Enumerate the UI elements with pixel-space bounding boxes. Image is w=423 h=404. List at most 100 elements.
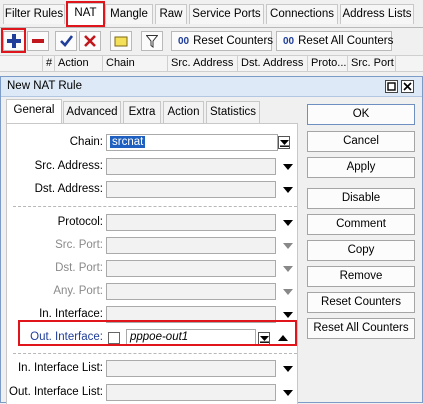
in-interface-list-input[interactable] xyxy=(106,360,276,377)
divider xyxy=(13,353,297,354)
dst-address-row: Dst. Address: xyxy=(7,181,299,199)
out-interface-list-expand-icon[interactable] xyxy=(283,390,293,396)
in-interface-list-row: In. Interface List: xyxy=(7,360,299,378)
x-icon xyxy=(84,35,96,47)
protocol-expand-icon[interactable] xyxy=(283,220,293,226)
column-src-address[interactable]: Src. Address xyxy=(167,56,237,72)
column-number[interactable]: # xyxy=(42,56,54,72)
comment-button[interactable]: Comment xyxy=(307,214,415,235)
chain-dropdown-button[interactable] xyxy=(278,136,290,149)
reset-all-counters-button[interactable]: Reset All Counters xyxy=(307,318,415,339)
column-dst-address[interactable]: Dst. Address xyxy=(237,56,307,72)
column-src-port[interactable]: Src. Port xyxy=(347,56,395,72)
close-button[interactable] xyxy=(401,80,414,93)
in-interface-list-label: In. Interface List: xyxy=(17,362,103,374)
dst-port-input[interactable] xyxy=(106,260,276,277)
filter-button[interactable] xyxy=(141,31,163,51)
disable-button[interactable] xyxy=(79,31,101,51)
in-interface-row: In. Interface: xyxy=(7,306,299,324)
add-button[interactable] xyxy=(3,31,25,51)
remove-button[interactable] xyxy=(27,31,49,51)
general-panel: Chain: srcnat Src. Address: Dst. Address… xyxy=(6,123,298,404)
reset-all-counters-button[interactable]: 00 Reset All Counters xyxy=(276,31,394,51)
dialog-tab-advanced[interactable]: Advanced xyxy=(63,101,121,123)
reset-all-counters-label: Reset All Counters xyxy=(298,35,394,47)
src-address-input[interactable] xyxy=(106,158,276,175)
apply-button[interactable]: Apply xyxy=(307,157,415,178)
in-interface-input[interactable] xyxy=(106,306,276,323)
column-action[interactable]: Action xyxy=(54,56,102,72)
dst-port-expand-icon[interactable] xyxy=(283,266,293,272)
funnel-icon xyxy=(146,34,158,48)
toolbar: 00 Reset Counters 00 Reset All Counters xyxy=(0,28,423,54)
new-nat-rule-dialog: New NAT Rule General Advanced Extra Acti… xyxy=(0,76,423,404)
tab-nat[interactable]: NAT xyxy=(67,3,104,25)
src-port-row: Src. Port: xyxy=(7,237,299,255)
remove-button[interactable]: Remove xyxy=(307,266,415,287)
dialog-tab-extra[interactable]: Extra xyxy=(123,101,161,123)
out-interface-select[interactable]: pppoe-out1 xyxy=(126,329,256,346)
check-icon xyxy=(59,35,73,47)
src-port-input[interactable] xyxy=(106,237,276,254)
tab-address-lists[interactable]: Address Lists xyxy=(340,4,414,24)
out-interface-dropdown-button[interactable] xyxy=(258,332,270,345)
dialog-tab-action[interactable]: Action xyxy=(163,101,204,123)
chain-label: Chain: xyxy=(69,136,103,148)
out-interface-negate-checkbox[interactable] xyxy=(108,332,120,344)
ok-button[interactable]: OK xyxy=(307,104,415,125)
tab-raw[interactable]: Raw xyxy=(155,4,187,24)
note-icon xyxy=(114,36,128,47)
out-interface-collapse-icon[interactable] xyxy=(278,335,288,341)
minus-icon xyxy=(32,39,44,43)
dropdown-icon xyxy=(259,336,269,343)
column-checkbox[interactable] xyxy=(0,56,42,72)
tab-filter-rules[interactable]: Filter Rules xyxy=(3,4,65,24)
dialog-title-bar[interactable]: New NAT Rule xyxy=(1,77,422,97)
out-interface-list-input[interactable] xyxy=(106,384,276,401)
divider xyxy=(13,206,297,207)
main-tab-strip: Filter Rules NAT Mangle Raw Service Port… xyxy=(0,0,423,28)
comment-button[interactable] xyxy=(110,31,132,51)
tab-service-ports[interactable]: Service Ports xyxy=(189,4,264,24)
dst-address-expand-icon[interactable] xyxy=(283,187,293,193)
chain-row: Chain: srcnat xyxy=(7,134,299,152)
src-address-expand-icon[interactable] xyxy=(283,164,293,170)
in-interface-label: In. Interface: xyxy=(39,308,103,320)
tab-connections[interactable]: Connections xyxy=(266,4,338,24)
counter-icon: 00 xyxy=(283,35,295,47)
column-overflow[interactable] xyxy=(395,56,423,72)
src-port-expand-icon[interactable] xyxy=(283,243,293,249)
dialog-title: New NAT Rule xyxy=(7,80,82,92)
column-protocol[interactable]: Proto... xyxy=(307,56,347,72)
any-port-row: Any. Port: xyxy=(7,283,299,301)
out-interface-label: Out. Interface: xyxy=(30,331,103,343)
tab-mangle[interactable]: Mangle xyxy=(105,4,153,24)
reset-counters-label: Reset Counters xyxy=(193,35,274,47)
column-chain[interactable]: Chain xyxy=(102,56,167,72)
chain-value: srcnat xyxy=(110,136,146,148)
dialog-tab-statistics[interactable]: Statistics xyxy=(206,101,260,123)
protocol-label: Protocol: xyxy=(57,216,103,228)
dropdown-icon xyxy=(279,140,289,147)
maximize-button[interactable] xyxy=(385,80,398,93)
reset-counters-button[interactable]: Reset Counters xyxy=(307,292,415,313)
dialog-tab-general[interactable]: General xyxy=(6,99,62,124)
in-interface-expand-icon[interactable] xyxy=(283,312,293,318)
out-interface-list-row: Out. Interface List: xyxy=(7,384,299,402)
copy-button[interactable]: Copy xyxy=(307,240,415,261)
dst-address-input[interactable] xyxy=(106,181,276,198)
cancel-button[interactable]: Cancel xyxy=(307,131,415,152)
chain-select[interactable]: srcnat xyxy=(106,134,278,151)
enable-button[interactable] xyxy=(55,31,77,51)
protocol-input[interactable] xyxy=(106,214,276,231)
reset-counters-button[interactable]: 00 Reset Counters xyxy=(171,31,274,51)
close-icon xyxy=(403,82,412,91)
plus-icon xyxy=(7,34,21,48)
counter-icon: 00 xyxy=(178,35,190,47)
any-port-expand-icon[interactable] xyxy=(283,289,293,295)
disable-button[interactable]: Disable xyxy=(307,188,415,209)
any-port-input[interactable] xyxy=(106,283,276,300)
in-interface-list-expand-icon[interactable] xyxy=(283,366,293,372)
out-interface-value: pppoe-out1 xyxy=(130,331,189,343)
dst-port-label: Dst. Port: xyxy=(55,262,103,274)
